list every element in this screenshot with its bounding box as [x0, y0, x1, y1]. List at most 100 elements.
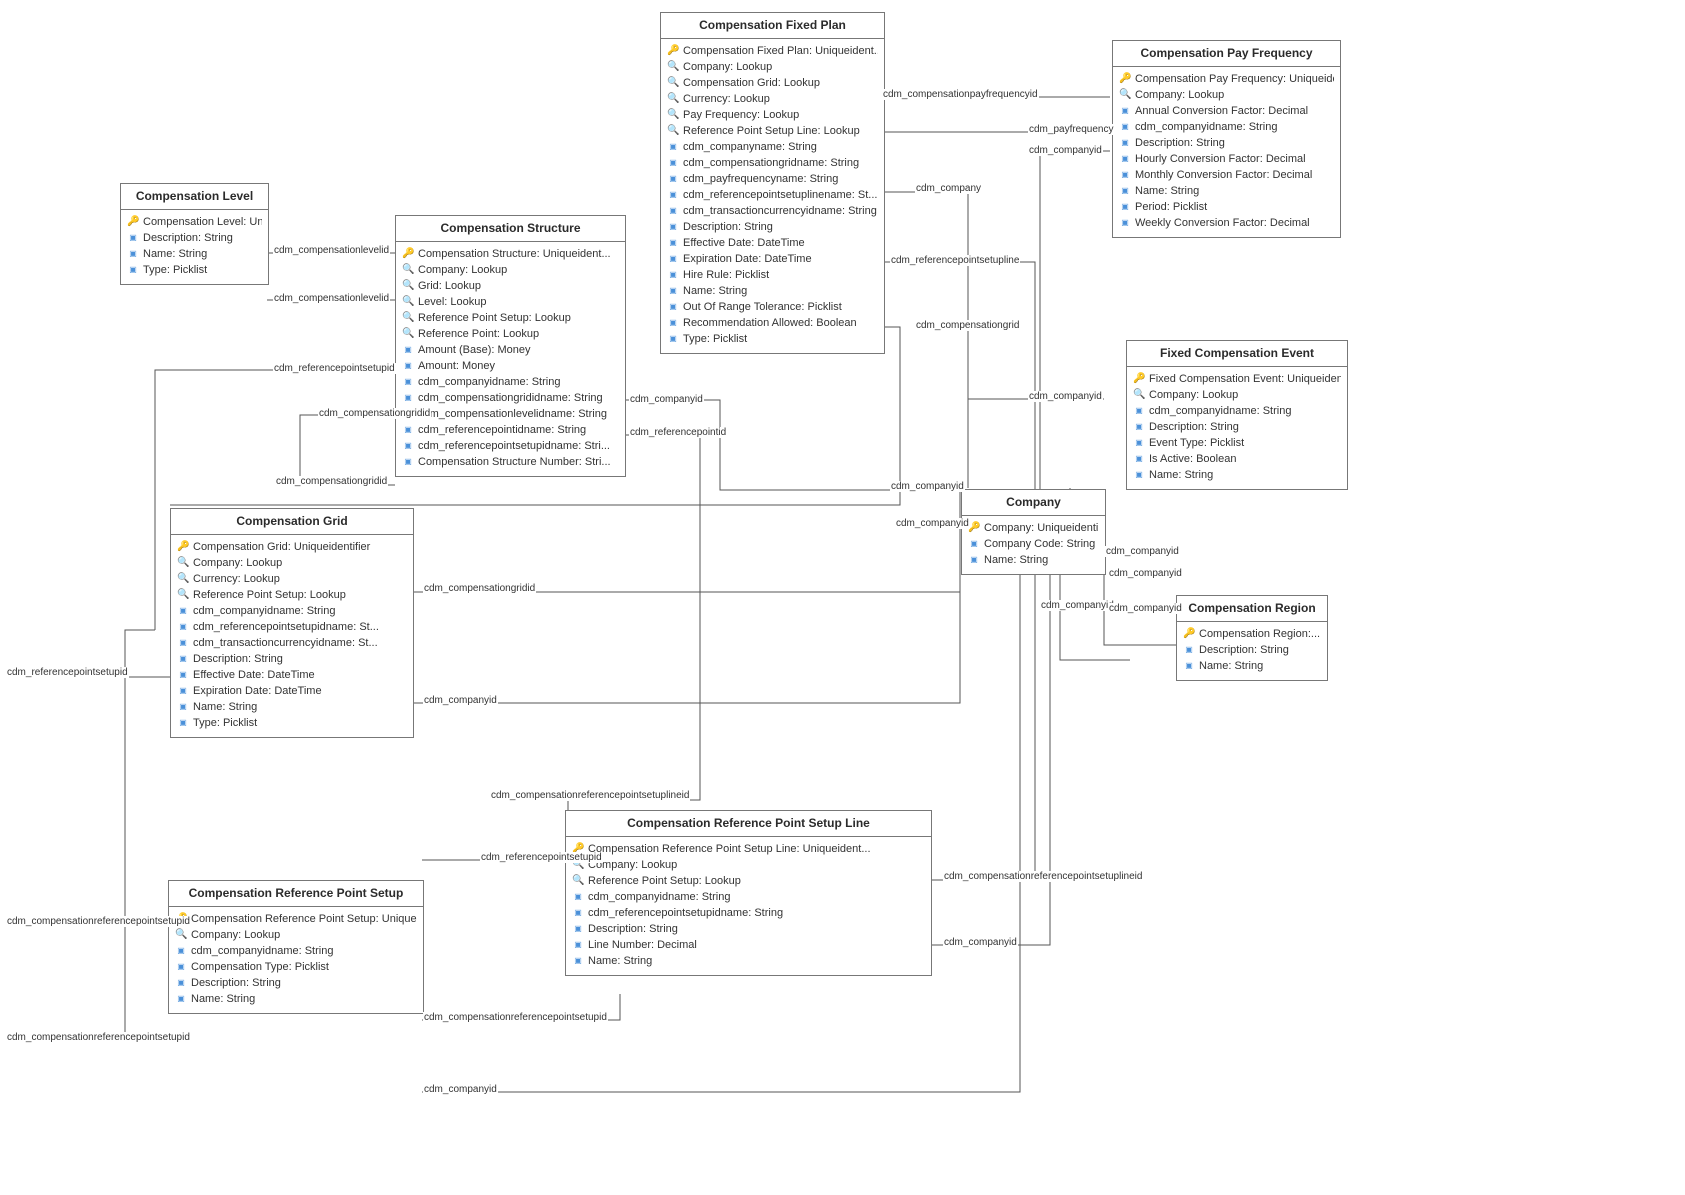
- field-icon: ▣: [667, 219, 679, 235]
- field-icon: ▣: [177, 683, 189, 699]
- attr-text: cdm_companyname: String: [683, 139, 817, 155]
- lookup-icon: 🔍: [572, 873, 584, 889]
- edge-label: cdm_compensationgrid: [915, 320, 1020, 331]
- edge-label: cdm_companyid: [1105, 546, 1180, 557]
- attr-text: Name: String: [984, 552, 1048, 568]
- entity-compensation-ref-point-setup[interactable]: Compensation Reference Point Setup🔑Compe…: [168, 880, 424, 1014]
- field-icon: ▣: [1119, 167, 1131, 183]
- entity-title: Compensation Region: [1177, 596, 1327, 622]
- entity-compensation-structure[interactable]: Compensation Structure🔑Compensation Stru…: [395, 215, 626, 477]
- attr-row: ▣Type: Picklist: [177, 715, 407, 731]
- attr-text: Company: Uniqueidenti...: [984, 520, 1099, 536]
- entity-title: Compensation Level: [121, 184, 268, 210]
- edge-label: cdm_companyid: [629, 394, 704, 405]
- entity-compensation-ref-point-setup-line[interactable]: Compensation Reference Point Setup Line🔑…: [565, 810, 932, 976]
- entity-compensation-fixed-plan[interactable]: Compensation Fixed Plan🔑Compensation Fix…: [660, 12, 885, 354]
- attr-row: ▣Type: Picklist: [127, 262, 262, 278]
- attr-row: ▣cdm_referencepointsetupidname: Stri...: [402, 438, 619, 454]
- attr-list: 🔑Company: Uniqueidenti...▣Company Code: …: [962, 516, 1105, 574]
- field-icon: ▣: [177, 651, 189, 667]
- field-icon: ▣: [402, 358, 414, 374]
- edge-label: cdm_compensationgridid: [318, 408, 431, 419]
- attr-text: Company: Lookup: [1135, 87, 1224, 103]
- attr-row: ▣Description: String: [1133, 419, 1341, 435]
- attr-text: Out Of Range Tolerance: Picklist: [683, 299, 842, 315]
- field-icon: ▣: [402, 342, 414, 358]
- field-icon: ▣: [667, 283, 679, 299]
- lookup-icon: 🔍: [402, 326, 414, 342]
- field-icon: ▣: [1183, 658, 1195, 674]
- attr-row: 🔑Compensation Pay Frequency: Uniqueident…: [1119, 71, 1334, 87]
- field-icon: ▣: [1119, 215, 1131, 231]
- entity-compensation-pay-frequency[interactable]: Compensation Pay Frequency🔑Compensation …: [1112, 40, 1341, 238]
- field-icon: ▣: [572, 953, 584, 969]
- attr-row: ▣Description: String: [1119, 135, 1334, 151]
- attr-row: 🔍Company: Lookup: [175, 927, 417, 943]
- edge-label: cdm_referencepointsetupline: [890, 255, 1020, 266]
- entity-compensation-region[interactable]: Compensation Region🔑Compensation Region:…: [1176, 595, 1328, 681]
- field-icon: ▣: [572, 905, 584, 921]
- attr-text: Is Active: Boolean: [1149, 451, 1236, 467]
- attr-text: cdm_referencepointsetupidname: St...: [193, 619, 379, 635]
- attr-text: Name: String: [683, 283, 747, 299]
- attr-row: ▣Monthly Conversion Factor: Decimal: [1119, 167, 1334, 183]
- attr-text: Event Type: Picklist: [1149, 435, 1244, 451]
- attr-text: Pay Frequency: Lookup: [683, 107, 799, 123]
- attr-row: ▣Name: String: [175, 991, 417, 1007]
- edge-label: cdm_companyid: [423, 1084, 498, 1095]
- entity-fixed-compensation-event[interactable]: Fixed Compensation Event🔑Fixed Compensat…: [1126, 340, 1348, 490]
- field-icon: ▣: [127, 230, 139, 246]
- attr-row: ▣Name: String: [1183, 658, 1321, 674]
- entity-compensation-level[interactable]: Compensation Level 🔑Compensation Level: U…: [120, 183, 269, 285]
- field-icon: ▣: [175, 959, 187, 975]
- entity-company[interactable]: Company🔑Company: Uniqueidenti...▣Company…: [961, 489, 1106, 575]
- attr-row: ▣Hire Rule: Picklist: [667, 267, 878, 283]
- entity-title: Compensation Structure: [396, 216, 625, 242]
- key-icon: 🔑: [1183, 626, 1195, 642]
- field-icon: ▣: [1133, 403, 1145, 419]
- attr-text: Effective Date: DateTime: [193, 667, 315, 683]
- attr-row: ▣cdm_referencepointsetuplinename: St...: [667, 187, 878, 203]
- key-icon: 🔑: [177, 539, 189, 555]
- attr-row: ▣Compensation Structure Number: Stri...: [402, 454, 619, 470]
- attr-row: 🔑Company: Uniqueidenti...: [968, 520, 1099, 536]
- attr-row: ▣Expiration Date: DateTime: [667, 251, 878, 267]
- attr-list: 🔑Compensation Pay Frequency: Uniqueident…: [1113, 67, 1340, 237]
- field-icon: ▣: [175, 991, 187, 1007]
- field-icon: ▣: [572, 921, 584, 937]
- field-icon: ▣: [402, 422, 414, 438]
- attr-text: Hire Rule: Picklist: [683, 267, 769, 283]
- attr-row: 🔍Company: Lookup: [1133, 387, 1341, 403]
- attr-row: 🔍Reference Point Setup: Lookup: [572, 873, 925, 889]
- edge-label: cdm_compensationreferencepointsetuplinei…: [943, 871, 1143, 882]
- field-icon: ▣: [667, 155, 679, 171]
- attr-text: Period: Picklist: [1135, 199, 1207, 215]
- edge-label: cdm_companyid: [1028, 391, 1103, 402]
- lookup-icon: 🔍: [667, 59, 679, 75]
- entity-title: Compensation Reference Point Setup: [169, 881, 423, 907]
- edge-label: cdm_compensationgridid: [275, 476, 388, 487]
- attr-text: Company: Lookup: [683, 59, 772, 75]
- attr-text: Company: Lookup: [1149, 387, 1238, 403]
- field-icon: ▣: [177, 699, 189, 715]
- entity-title: Compensation Reference Point Setup Line: [566, 811, 931, 837]
- attr-row: ▣cdm_companyidname: String: [1119, 119, 1334, 135]
- attr-row: ▣Description: String: [1183, 642, 1321, 658]
- attr-row: ▣Type: Picklist: [667, 331, 878, 347]
- attr-row: ▣Name: String: [127, 246, 262, 262]
- attr-text: cdm_compensationgrididname: String: [418, 390, 603, 406]
- attr-row: 🔍Company: Lookup: [1119, 87, 1334, 103]
- edge-label: cdm_compensationreferencepointsetuplinei…: [490, 790, 690, 801]
- attr-text: Expiration Date: DateTime: [683, 251, 812, 267]
- attr-row: 🔑Compensation Level: Uniqueiden...: [127, 214, 262, 230]
- field-icon: ▣: [667, 171, 679, 187]
- attr-text: Description: String: [143, 230, 233, 246]
- field-icon: ▣: [127, 246, 139, 262]
- attr-row: ▣Expiration Date: DateTime: [177, 683, 407, 699]
- entity-compensation-grid[interactable]: Compensation Grid🔑Compensation Grid: Uni…: [170, 508, 414, 738]
- attr-row: ▣cdm_companyname: String: [667, 139, 878, 155]
- attr-row: ▣Amount (Base): Money: [402, 342, 619, 358]
- attr-row: ▣Name: String: [1133, 467, 1341, 483]
- attr-text: Compensation Pay Frequency: Uniqueident.…: [1135, 71, 1334, 87]
- attr-text: Company: Lookup: [191, 927, 280, 943]
